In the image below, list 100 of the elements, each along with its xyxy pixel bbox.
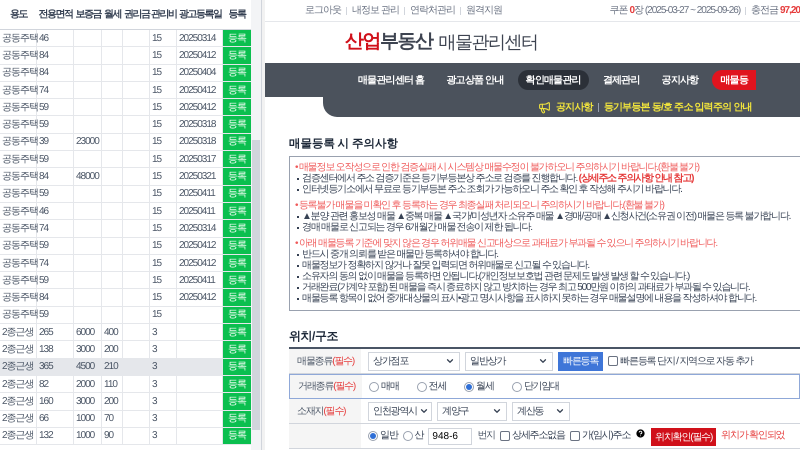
table-cell: 66: [37, 410, 74, 427]
table-cell: 3: [150, 358, 177, 375]
table-cell: 132: [37, 428, 74, 444]
table-cell: 15: [150, 99, 177, 116]
table-cell: 59: [37, 99, 74, 116]
radio-option[interactable]: 산: [402, 428, 424, 444]
table-cell: 59: [37, 306, 74, 324]
table-cell: 74: [37, 82, 74, 98]
nav-tab[interactable]: 결제관리: [594, 70, 648, 90]
radio-option[interactable]: 월세: [464, 379, 494, 394]
lot-number-field[interactable]: 948-6: [428, 428, 472, 446]
coupon-info: 쿠폰 0장 (2025-03-27 ~ 2025-09-26): [610, 4, 740, 18]
scrollbar[interactable]: [251, 0, 261, 450]
field-label: 매물종류(필수): [289, 349, 361, 374]
table-cell: 59: [37, 186, 74, 202]
top-link[interactable]: 로그아웃: [305, 3, 341, 18]
table-cell: 59: [37, 116, 74, 133]
table-cell: 공동주택: [0, 186, 37, 202]
table-cell: 공동주택: [0, 238, 37, 254]
table-cell: 39: [37, 134, 74, 150]
table-cell: 84: [37, 64, 74, 81]
table-cell: 3: [150, 341, 177, 358]
table-cell: 3: [150, 324, 177, 340]
help-icon[interactable]: [635, 428, 646, 440]
table-cell: 2000: [74, 376, 102, 392]
table-cell: 6000: [74, 324, 102, 340]
caution-item: 소유자의 동의 없이 매물을 등록하면 안됩니다.(개인정보보호법 관련 문제도 발생 발생 할 수 있습니다.): [302, 271, 690, 282]
table-cell: 15: [150, 186, 177, 202]
table-cell: 공동주택: [0, 151, 37, 168]
table-cell: 138: [37, 341, 74, 358]
select-field[interactable]: 인천광역시: [368, 402, 432, 421]
table-cell: 공동주택: [0, 82, 37, 98]
select-field[interactable]: 계양구: [437, 402, 507, 421]
select-field[interactable]: 계산동: [512, 402, 570, 421]
charge-info: 충전금 97,20: [751, 4, 800, 18]
table-cell: 2종근생: [0, 358, 37, 375]
notice-label[interactable]: 공지사항: [556, 100, 593, 114]
table-cell: 1000: [74, 428, 102, 444]
quick-register-button[interactable]: 빠른등록: [558, 352, 604, 371]
column-header: 관리비: [150, 8, 177, 22]
table-cell: 70: [102, 410, 123, 427]
table-cell: 15: [150, 254, 177, 272]
table-cell: 15: [150, 168, 177, 185]
table-cell: 15: [150, 64, 177, 81]
table-cell: 3000: [74, 393, 102, 410]
select-field[interactable]: 상가점포: [368, 352, 460, 371]
table-cell: 15: [150, 82, 177, 98]
radio-option[interactable]: 일반: [368, 428, 398, 444]
top-link[interactable]: 내정보 관리: [352, 3, 399, 18]
table-cell: 84: [37, 47, 74, 64]
table-cell: 공동주택: [0, 64, 37, 81]
column-header: 광고등록일: [178, 8, 223, 22]
top-link[interactable]: 연락처관리: [410, 3, 455, 18]
table-cell: 23000: [74, 134, 102, 150]
table-cell: 3000: [74, 341, 102, 358]
table-cell: 공동주택: [0, 99, 37, 116]
table-cell: 공동주택: [0, 220, 37, 237]
table-cell: 공동주택: [0, 202, 37, 220]
caution-item: 매물정보가 정확하지 않거나 잘못 입력되면 허위매물로 신고될 수 있습니다.: [302, 260, 590, 272]
table-cell: 공동주택: [0, 116, 37, 133]
checkbox-option[interactable]: 빠른등록 단지 / 지역으로 자동 추가: [608, 354, 753, 369]
checkbox-option[interactable]: 상세주소없음: [500, 428, 565, 444]
notice-link[interactable]: 등기부등본 동/호 주소 입력주의 안내: [604, 100, 752, 114]
caution-item: 매물등록 항목이 없어 중개대상물의 표시•광고 명시사항을 표시하지 못하는 경우 매물설명에 내용을 작성하셔야 합니다.: [302, 293, 756, 304]
table-cell: 2종근생: [0, 428, 37, 444]
column-header: 월세: [103, 8, 122, 22]
column-header: 용도: [9, 8, 28, 22]
table-cell: 46: [37, 202, 74, 220]
top-link[interactable]: 원격지원: [466, 3, 502, 18]
table-cell: 공동주택: [0, 289, 37, 306]
table-cell: 3: [150, 393, 177, 410]
table-cell: 4500: [74, 358, 102, 375]
table-cell: 공동주택: [0, 47, 37, 64]
site-logo: 산업부동산: [345, 30, 432, 54]
column-header: 전용면적: [38, 8, 74, 22]
table-cell: 2종근생: [0, 410, 37, 427]
table-cell: 3: [150, 410, 177, 427]
table-cell: 15: [150, 238, 177, 254]
nav-tab[interactable]: 광고상품 안내: [438, 70, 512, 90]
caution-item: ▲분양 관련 홍보성 매물 ▲중복 매물 ▲국가/미성년자 소유주 매물 ▲경매/공매 ▲신청사건(소유권 이전) 매물은 등록 불가합니다.: [302, 211, 790, 222]
radio-option[interactable]: 단기임대: [512, 379, 560, 394]
location-check-button[interactable]: 위치확인(필수): [651, 428, 716, 446]
table-cell: 74: [37, 220, 74, 237]
select-field[interactable]: 일반상가: [465, 352, 553, 371]
table-cell: 48000: [74, 168, 102, 185]
checkbox-option[interactable]: 가(임시)주소: [570, 428, 630, 444]
column-header: 권리금: [123, 8, 150, 22]
section-title: 매물등록 시 주의사항: [289, 137, 399, 152]
caution-item: 검증센터에서 주소 검증기준은 등기부등본상 주소로 검증를 진행합니다.(상세주소 주의사항 안내 참고): [302, 173, 694, 184]
nav-tab[interactable]: 매물등: [712, 70, 756, 90]
caution-item: 인터넷등기소에서 무료로 등기부등본 주소 조회가 가능하오니 주소 확인 후 작성해 주시기 바랍니다.: [302, 184, 682, 196]
radio-option[interactable]: 전세: [416, 379, 446, 394]
table-cell: 160: [37, 393, 74, 410]
nav-tab[interactable]: 매물관리센터 홈: [350, 70, 432, 90]
nav-tab[interactable]: 확인매물관리: [518, 70, 589, 90]
field-label: 소재지(필수): [289, 399, 361, 424]
table-cell: 84: [37, 168, 74, 185]
table-cell: 1000: [74, 410, 102, 427]
radio-option[interactable]: 매매: [369, 379, 399, 394]
nav-tab[interactable]: 공지사항: [654, 70, 706, 90]
